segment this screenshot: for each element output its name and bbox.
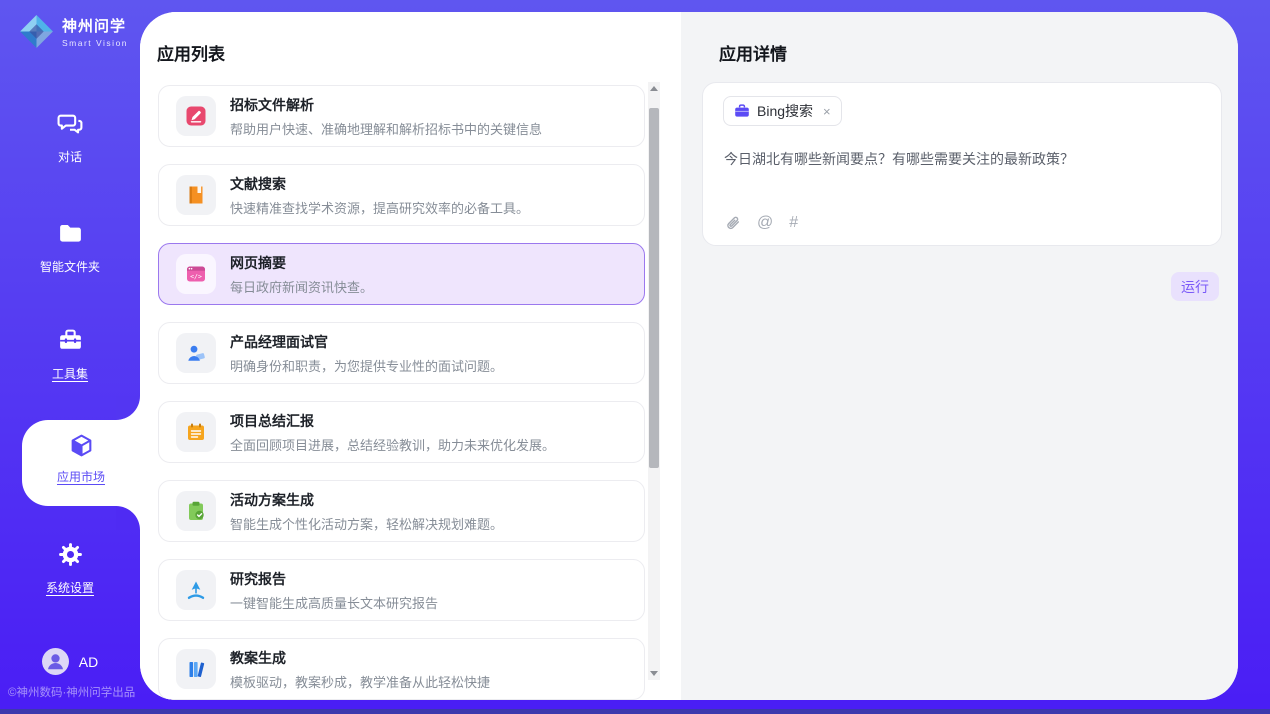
chat-icon <box>57 110 84 137</box>
app-card-desc: 模板驱动，教案秒成，教学准备从此轻松快捷 <box>230 672 490 691</box>
brand-logo: 神州问学 Smart Vision <box>18 13 128 50</box>
sidebar-item-smart-folders[interactable]: 智能文件夹 <box>0 220 140 275</box>
hashtag-icon[interactable]: # <box>789 214 798 232</box>
app-card-web-summary[interactable]: </> 网页摘要 每日政府新闻资讯快查。 <box>158 243 645 305</box>
app-card-lesson-plan[interactable]: 教案生成 模板驱动，教案秒成，教学准备从此轻松快捷 <box>158 638 645 700</box>
paperclip-icon[interactable] <box>724 213 741 232</box>
sidebar-item-label: 对话 <box>0 148 140 165</box>
app-card-research-report[interactable]: 研究报告 一键智能生成高质量长文本研究报告 <box>158 559 645 621</box>
app-card-title: 招标文件解析 <box>230 95 542 115</box>
active-tab-curve-top <box>116 396 140 420</box>
attachment-toolbar: @ # <box>724 213 798 232</box>
copyright-text: ©神州数码·神州问学出品 <box>8 684 140 700</box>
app-card-event-plan[interactable]: 活动方案生成 智能生成个性化活动方案，轻松解决规划难题。 <box>158 480 645 542</box>
app-list-scrollbar[interactable] <box>648 82 660 680</box>
app-list-title: 应用列表 <box>157 40 681 58</box>
tool-chip-label: Bing搜索 <box>757 101 813 121</box>
user-initials: AD <box>79 654 98 670</box>
web-code-icon: </> <box>176 254 216 294</box>
sidebar-item-label: 系统设置 <box>0 579 140 596</box>
gear-icon <box>57 541 84 568</box>
bottom-edge-strip <box>0 709 1270 714</box>
pencil-document-icon <box>176 96 216 136</box>
app-card-title: 活动方案生成 <box>230 490 503 510</box>
app-card-pm-interviewer[interactable]: 产品经理面试官 明确身份和职责，为您提供专业性的面试问题。 <box>158 322 645 384</box>
books-icon <box>176 649 216 689</box>
app-card-bid-parsing[interactable]: 招标文件解析 帮助用户快速、准确地理解和解析招标书中的关键信息 <box>158 85 645 147</box>
app-card-desc: 全面回顾项目进展，总结经验教训，助力未来优化发展。 <box>230 435 555 454</box>
app-list-section: 应用列表 招标文件解析 帮助用户快速、准确地理解和解析招标书中的关键信息 <box>140 12 681 700</box>
briefcase-icon <box>734 103 750 119</box>
app-card-title: 网页摘要 <box>230 253 373 273</box>
user-avatar-icon <box>42 648 69 675</box>
sidebar-item-app-market[interactable]: 应用市场 <box>22 420 140 506</box>
interviewer-icon <box>176 333 216 373</box>
active-tab-curve-bottom <box>116 506 140 530</box>
clipboard-check-icon <box>176 491 216 531</box>
avatar <box>42 648 69 675</box>
app-card-desc: 帮助用户快速、准确地理解和解析招标书中的关键信息 <box>230 119 542 138</box>
app-detail-section: 应用详情 Bing搜索 × 今日湖北有哪些新闻要点？有哪些需要关注的最新政策？ … <box>681 12 1238 700</box>
sidebar-item-label: 智能文件夹 <box>0 258 140 275</box>
app-card-desc: 明确身份和职责，为您提供专业性的面试问题。 <box>230 356 503 375</box>
scrollbar-down-arrow[interactable] <box>648 667 660 680</box>
sidebar-item-label: 应用市场 <box>22 468 140 485</box>
folder-icon <box>57 220 84 247</box>
app-card-title: 产品经理面试官 <box>230 332 503 352</box>
content-panel: 应用列表 招标文件解析 帮助用户快速、准确地理解和解析招标书中的关键信息 <box>140 12 1238 700</box>
app-card-literature-search[interactable]: 文献搜索 快速精准查找学术资源，提高研究效率的必备工具。 <box>158 164 645 226</box>
book-icon <box>176 175 216 215</box>
app-card-desc: 快速精准查找学术资源，提高研究效率的必备工具。 <box>230 198 529 217</box>
toolbox-icon <box>57 327 84 354</box>
tool-chip-bing-search[interactable]: Bing搜索 × <box>723 96 842 126</box>
app-card-list: 招标文件解析 帮助用户快速、准确地理解和解析招标书中的关键信息 文献搜索 快速精… <box>140 85 681 700</box>
sidebar: 神州问学 Smart Vision 对话 智能文件夹 工具集 <box>0 0 140 714</box>
sidebar-item-toolset[interactable]: 工具集 <box>0 327 140 382</box>
app-card-title: 教案生成 <box>230 648 490 668</box>
report-icon <box>176 412 216 452</box>
sidebar-item-system-settings[interactable]: 系统设置 <box>0 541 140 596</box>
brand-tagline: Smart Vision <box>62 38 128 48</box>
app-card-desc: 每日政府新闻资讯快查。 <box>230 277 373 296</box>
sidebar-item-chat[interactable]: 对话 <box>0 110 140 165</box>
mention-icon[interactable]: @ <box>757 214 773 232</box>
app-detail-title: 应用详情 <box>719 40 1238 58</box>
app-card-title: 项目总结汇报 <box>230 411 555 431</box>
brand-name: 神州问学 <box>62 15 128 36</box>
cube-icon <box>68 432 95 459</box>
app-card-title: 研究报告 <box>230 569 438 589</box>
app-card-desc: 智能生成个性化活动方案，轻松解决规划难题。 <box>230 514 503 533</box>
scrollbar-up-arrow[interactable] <box>648 82 660 95</box>
prompt-input-card[interactable]: Bing搜索 × 今日湖北有哪些新闻要点？有哪些需要关注的最新政策？ @ # <box>702 82 1222 246</box>
diamond-logo-icon <box>18 13 55 50</box>
app-card-desc: 一键智能生成高质量长文本研究报告 <box>230 593 438 612</box>
user-account[interactable]: AD <box>0 648 140 675</box>
app-card-title: 文献搜索 <box>230 174 529 194</box>
run-button[interactable]: 运行 <box>1171 272 1219 301</box>
prompt-text[interactable]: 今日湖北有哪些新闻要点？有哪些需要关注的最新政策？ <box>724 149 1202 170</box>
chip-close-icon[interactable]: × <box>823 104 831 119</box>
svg-text:</>: </> <box>190 273 202 281</box>
sidebar-item-label: 工具集 <box>0 365 140 382</box>
ink-pen-icon <box>176 570 216 610</box>
app-card-project-summary[interactable]: 项目总结汇报 全面回顾项目进展，总结经验教训，助力未来优化发展。 <box>158 401 645 463</box>
scrollbar-thumb[interactable] <box>649 108 659 468</box>
